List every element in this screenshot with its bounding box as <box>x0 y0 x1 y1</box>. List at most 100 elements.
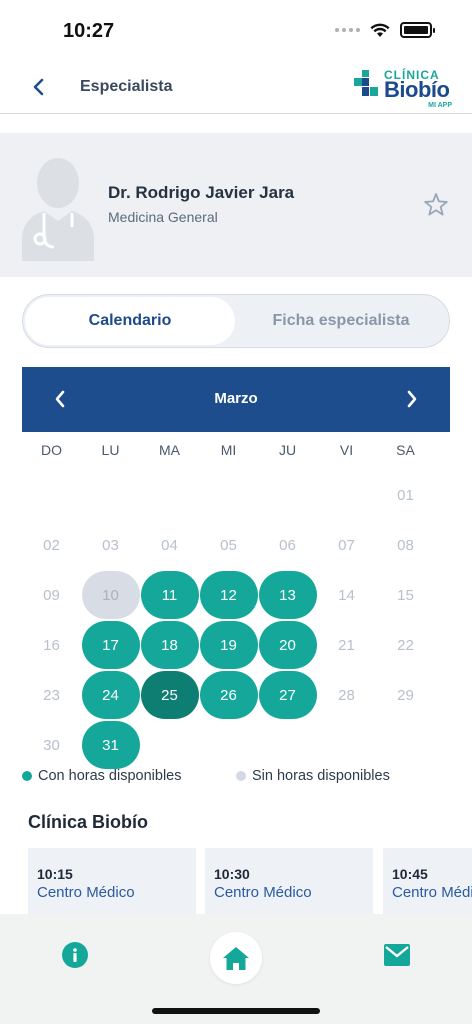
calendar-day[interactable]: 24 <box>81 670 140 720</box>
weekday-row: DO LU MA MI JU VI SA <box>22 442 435 462</box>
home-button[interactable] <box>210 932 262 984</box>
calendar-day: 03 <box>81 520 140 570</box>
status-time: 10:27 <box>63 20 115 42</box>
calendar-day-number: 05 <box>220 536 237 554</box>
calendar-day[interactable]: 11 <box>140 570 199 620</box>
weekday-label: JU <box>278 442 297 458</box>
legend-dot-available <box>22 771 32 781</box>
calendar-day: 28 <box>317 670 376 720</box>
logo-mark-icon <box>354 70 378 96</box>
weekday-label: VI <box>339 442 354 458</box>
calendar-day[interactable]: 19 <box>199 620 258 670</box>
calendar-day-number: 14 <box>338 586 355 604</box>
status-bar: 10:27 <box>0 0 472 60</box>
home-icon <box>223 947 249 970</box>
calendar-day: 08 <box>376 520 435 570</box>
calendar-day: 15 <box>376 570 435 620</box>
doctor-avatar-icon <box>22 158 94 261</box>
calendar-day-number: 16 <box>43 636 60 654</box>
calendar-day: 22 <box>376 620 435 670</box>
segmented-tabs: Calendario Ficha especialista <box>22 294 450 348</box>
logo-text-big: Biobío <box>384 77 450 102</box>
time-slot[interactable]: 10:15 Centro Médico <box>28 848 196 914</box>
calendar-day-number: 09 <box>43 586 60 604</box>
calendar-day: 21 <box>317 620 376 670</box>
back-button[interactable] <box>26 74 50 100</box>
calendar-day: 10 <box>81 570 140 620</box>
legend-available-label: Con horas disponibles <box>38 768 182 784</box>
time-slot[interactable]: 10:45 Centro Médico <box>383 848 472 914</box>
month-name: Marzo <box>214 390 258 407</box>
calendar-day[interactable]: 18 <box>140 620 199 670</box>
info-button[interactable] <box>62 942 88 968</box>
calendar-day-number: 13 <box>258 571 317 619</box>
tab-calendario[interactable]: Calendario <box>25 297 235 345</box>
weekday-label: MI <box>220 442 237 458</box>
slot-time: 10:15 <box>37 866 73 882</box>
calendar-day-number: 23 <box>43 686 60 704</box>
calendar-day-number: 02 <box>43 536 60 554</box>
calendar-day-number: 07 <box>338 536 355 554</box>
legend-unavailable-label: Sin horas disponibles <box>252 768 390 784</box>
calendar-day: 09 <box>22 570 81 620</box>
mail-icon[interactable] <box>384 944 410 966</box>
chevron-right-icon <box>407 390 417 408</box>
calendar-day[interactable]: 25 <box>140 670 199 720</box>
weekday-label: LU <box>101 442 120 458</box>
calendar-day-number: 22 <box>397 636 414 654</box>
calendar-day-number: 25 <box>140 671 199 719</box>
calendar-day: 29 <box>376 670 435 720</box>
page-title: Especialista <box>80 78 173 95</box>
calendar-day-number: 21 <box>338 636 355 654</box>
calendar-day[interactable]: 27 <box>258 670 317 720</box>
slot-time: 10:30 <box>214 866 250 882</box>
calendar-day[interactable]: 31 <box>81 720 140 770</box>
star-outline-icon[interactable] <box>422 191 450 219</box>
doctor-name: Dr. Rodrigo Javier Jara <box>108 183 295 202</box>
battery-icon <box>400 22 435 38</box>
calendar-day-number: 31 <box>81 721 140 769</box>
calendar-day-number: 24 <box>81 671 140 719</box>
calendar-day: 30 <box>22 720 81 770</box>
month-header: Marzo <box>22 367 450 432</box>
calendar-day-number: 06 <box>279 536 296 554</box>
calendar-grid: 01 02 03 04 05 06 07 08 09 10 11 12 13 14 15 16 17 18 19 20… <box>22 470 435 770</box>
time-slot[interactable]: 10:30 Centro Médico <box>205 848 373 914</box>
logo-tag: MI APP <box>428 102 452 109</box>
doctor-card: Dr. Rodrigo Javier Jara Medicina General <box>0 133 472 277</box>
calendar-day[interactable]: 17 <box>81 620 140 670</box>
calendar-day[interactable]: 12 <box>199 570 258 620</box>
legend-unavailable: Sin horas disponibles <box>236 768 390 784</box>
calendar-day: 14 <box>317 570 376 620</box>
info-icon <box>73 948 77 962</box>
weekday-label: MA <box>159 442 180 458</box>
calendar-day-number: 30 <box>43 736 60 754</box>
weekday-label: DO <box>41 442 62 458</box>
calendar-day-number: 27 <box>258 671 317 719</box>
next-month-button[interactable] <box>400 387 424 411</box>
calendar-day: 16 <box>22 620 81 670</box>
calendar-day: 04 <box>140 520 199 570</box>
calendar-day-number: 03 <box>102 536 119 554</box>
legend-available: Con horas disponibles <box>22 768 181 784</box>
calendar-day: 23 <box>22 670 81 720</box>
calendar-day-number: 20 <box>258 621 317 669</box>
calendar-day-number: 29 <box>397 686 414 704</box>
calendar-day-number: 28 <box>338 686 355 704</box>
section-title: Clínica Biobío <box>28 812 149 832</box>
calendar-day[interactable]: 20 <box>258 620 317 670</box>
slot-time: 10:45 <box>392 866 428 882</box>
calendar-day: 05 <box>199 520 258 570</box>
calendar-day-number: 01 <box>397 486 414 504</box>
tab-ficha-especialista[interactable]: Ficha especialista <box>235 297 447 345</box>
calendar-day[interactable]: 26 <box>199 670 258 720</box>
calendar-day[interactable]: 13 <box>258 570 317 620</box>
calendar-day-number: 15 <box>397 586 414 604</box>
weekday-label: SA <box>396 442 415 458</box>
home-indicator <box>152 1008 320 1014</box>
wifi-icon <box>370 23 390 37</box>
calendar-day: 02 <box>22 520 81 570</box>
calendar-day-number: 04 <box>161 536 178 554</box>
clinic-logo: CLÍNICA Biobío MI APP <box>354 66 454 110</box>
calendar-day-number: 11 <box>140 571 199 619</box>
